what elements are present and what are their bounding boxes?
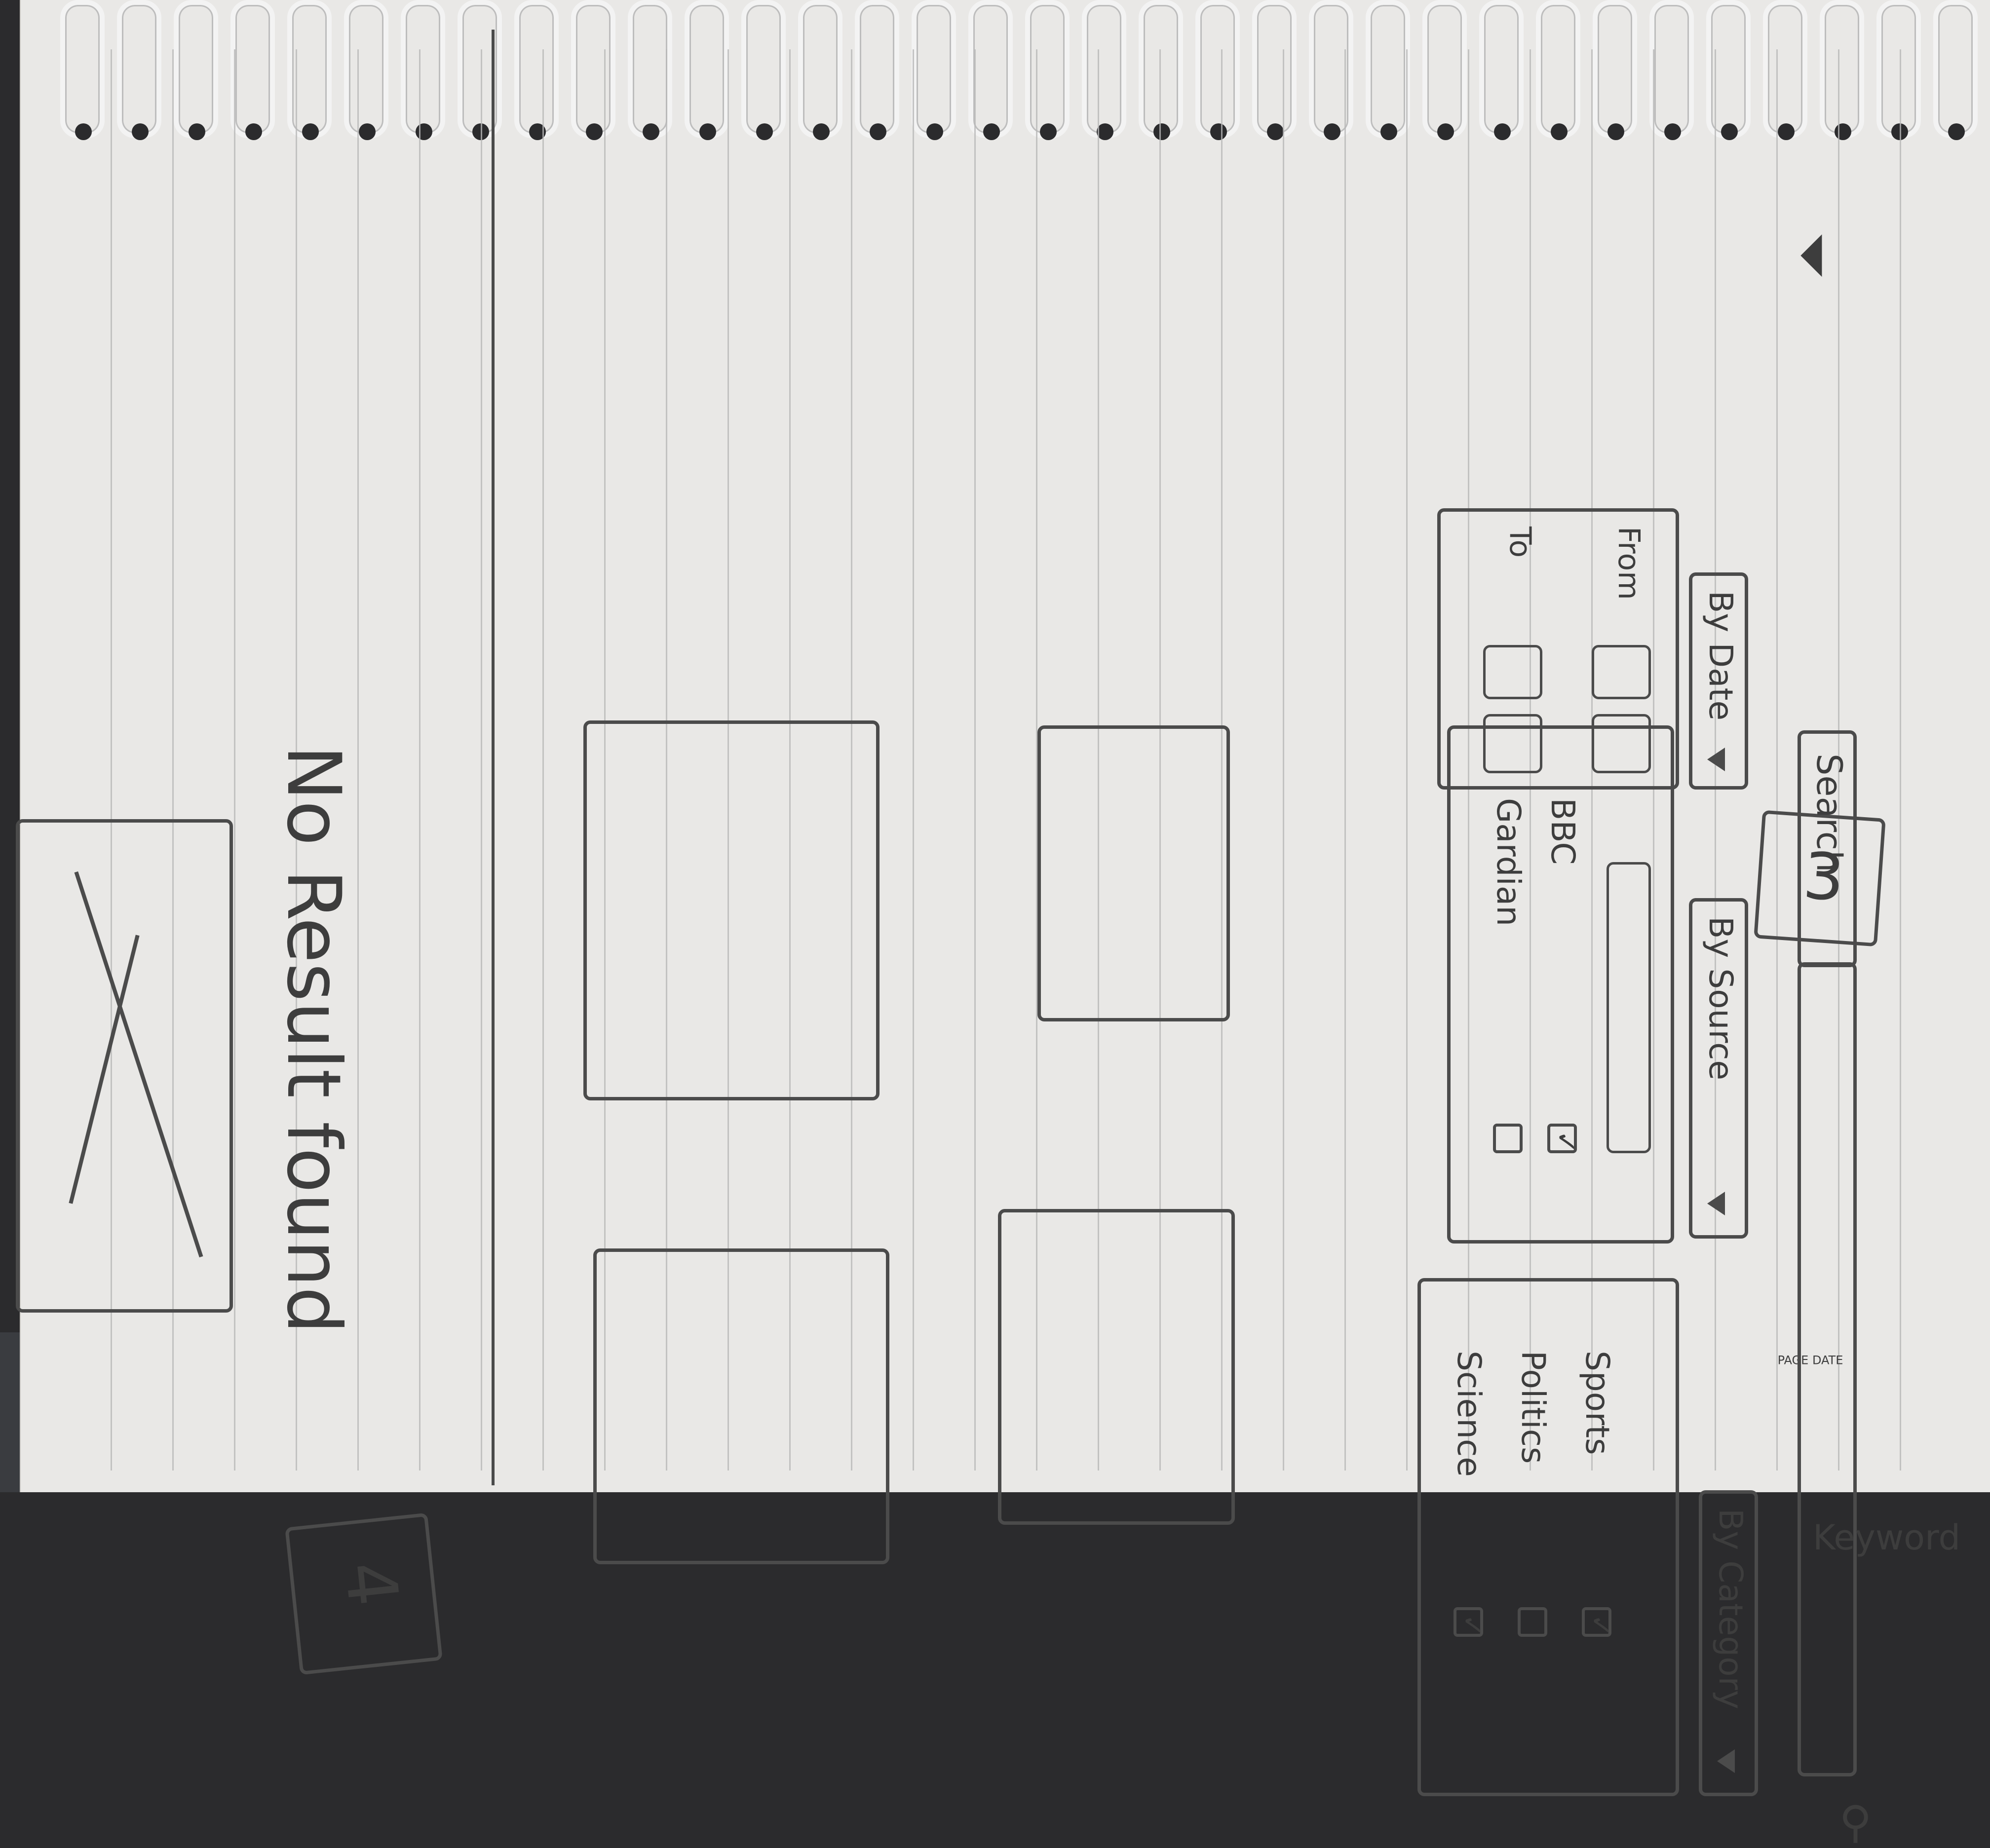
keyword-input[interactable]: Keyword bbox=[1798, 962, 1960, 1776]
search-button[interactable]: Search bbox=[1798, 730, 1857, 967]
checkbox-icon[interactable] bbox=[1582, 1607, 1611, 1637]
filter-option-label: BBC bbox=[1544, 798, 1582, 865]
dropdown-triangle-icon bbox=[1707, 748, 1725, 771]
date-to-day-field[interactable] bbox=[1483, 645, 1542, 699]
dropdown-triangle-icon bbox=[1707, 1192, 1725, 1215]
checkbox-icon[interactable] bbox=[1493, 1124, 1523, 1153]
filter-option-label: Sports bbox=[1578, 1351, 1616, 1455]
search-button-label: Search bbox=[1809, 754, 1849, 872]
result-card[interactable] bbox=[998, 1209, 1235, 1525]
category-dropdown[interactable]: By Category bbox=[1699, 1490, 1758, 1796]
filter-option-label: Gardian bbox=[1490, 798, 1528, 927]
empty-state-scribble bbox=[69, 935, 140, 1204]
ruled-line bbox=[357, 49, 359, 1471]
source-search-field[interactable] bbox=[1607, 862, 1651, 1153]
filter-option-label: Politics bbox=[1514, 1351, 1552, 1464]
source-dropdown-label: By Source bbox=[1702, 916, 1740, 1080]
notebook-page: 3 PAGE DATE ⚲ Keyword Search ⏷ By Catego… bbox=[16, 0, 1990, 1848]
ruled-line bbox=[234, 49, 235, 1471]
date-to-month-field[interactable] bbox=[1483, 714, 1542, 773]
ruled-line bbox=[1283, 49, 1284, 1471]
checkbox-icon[interactable] bbox=[1518, 1607, 1547, 1637]
date-from-label: From bbox=[1611, 527, 1646, 600]
date-to-label: To bbox=[1503, 527, 1537, 558]
empty-state-scribble bbox=[74, 871, 203, 1258]
ruled-line bbox=[1344, 49, 1346, 1471]
search-icon[interactable]: ⚲ bbox=[1839, 1796, 1872, 1848]
ruled-line bbox=[419, 49, 421, 1471]
ruled-line bbox=[1406, 49, 1408, 1471]
checkbox-icon[interactable] bbox=[1547, 1124, 1577, 1153]
result-card[interactable] bbox=[593, 1248, 889, 1564]
filter-icon[interactable]: ⏷ bbox=[1778, 232, 1847, 279]
ruled-line bbox=[974, 49, 976, 1471]
date-from-month-field[interactable] bbox=[1592, 714, 1651, 773]
ruled-line bbox=[481, 49, 482, 1471]
result-card[interactable] bbox=[583, 720, 880, 1100]
source-options-panel: BBC Gardian bbox=[1447, 725, 1674, 1244]
ruled-line bbox=[1900, 49, 1901, 1471]
ruled-line bbox=[913, 49, 914, 1471]
dropdown-triangle-icon bbox=[1717, 1749, 1735, 1773]
filter-option-label: Science bbox=[1450, 1351, 1488, 1477]
category-dropdown-label: By Category bbox=[1712, 1509, 1750, 1709]
empty-state-image-icon bbox=[16, 819, 233, 1313]
no-result-message: No Result found bbox=[270, 745, 356, 1334]
checkbox-icon[interactable] bbox=[1454, 1607, 1483, 1637]
category-options-panel: Sports Politics Science bbox=[1417, 1278, 1679, 1796]
date-from-day-field[interactable] bbox=[1592, 645, 1651, 699]
date-dropdown[interactable]: By Date bbox=[1689, 572, 1748, 790]
page-number-text: 4 bbox=[328, 1558, 414, 1610]
ruled-line bbox=[542, 49, 544, 1471]
result-card[interactable] bbox=[1037, 725, 1230, 1021]
sketch-canvas: 3 PAGE DATE ⚲ Keyword Search ⏷ By Catego… bbox=[16, 30, 1975, 1848]
date-range-panel: From To bbox=[1437, 508, 1679, 790]
page-divider bbox=[492, 30, 495, 1485]
keyword-placeholder: Keyword bbox=[1813, 1517, 1960, 1558]
source-dropdown[interactable]: By Source bbox=[1689, 898, 1748, 1239]
page-number-box: 4 bbox=[285, 1512, 443, 1675]
date-dropdown-label: By Date bbox=[1702, 591, 1740, 721]
